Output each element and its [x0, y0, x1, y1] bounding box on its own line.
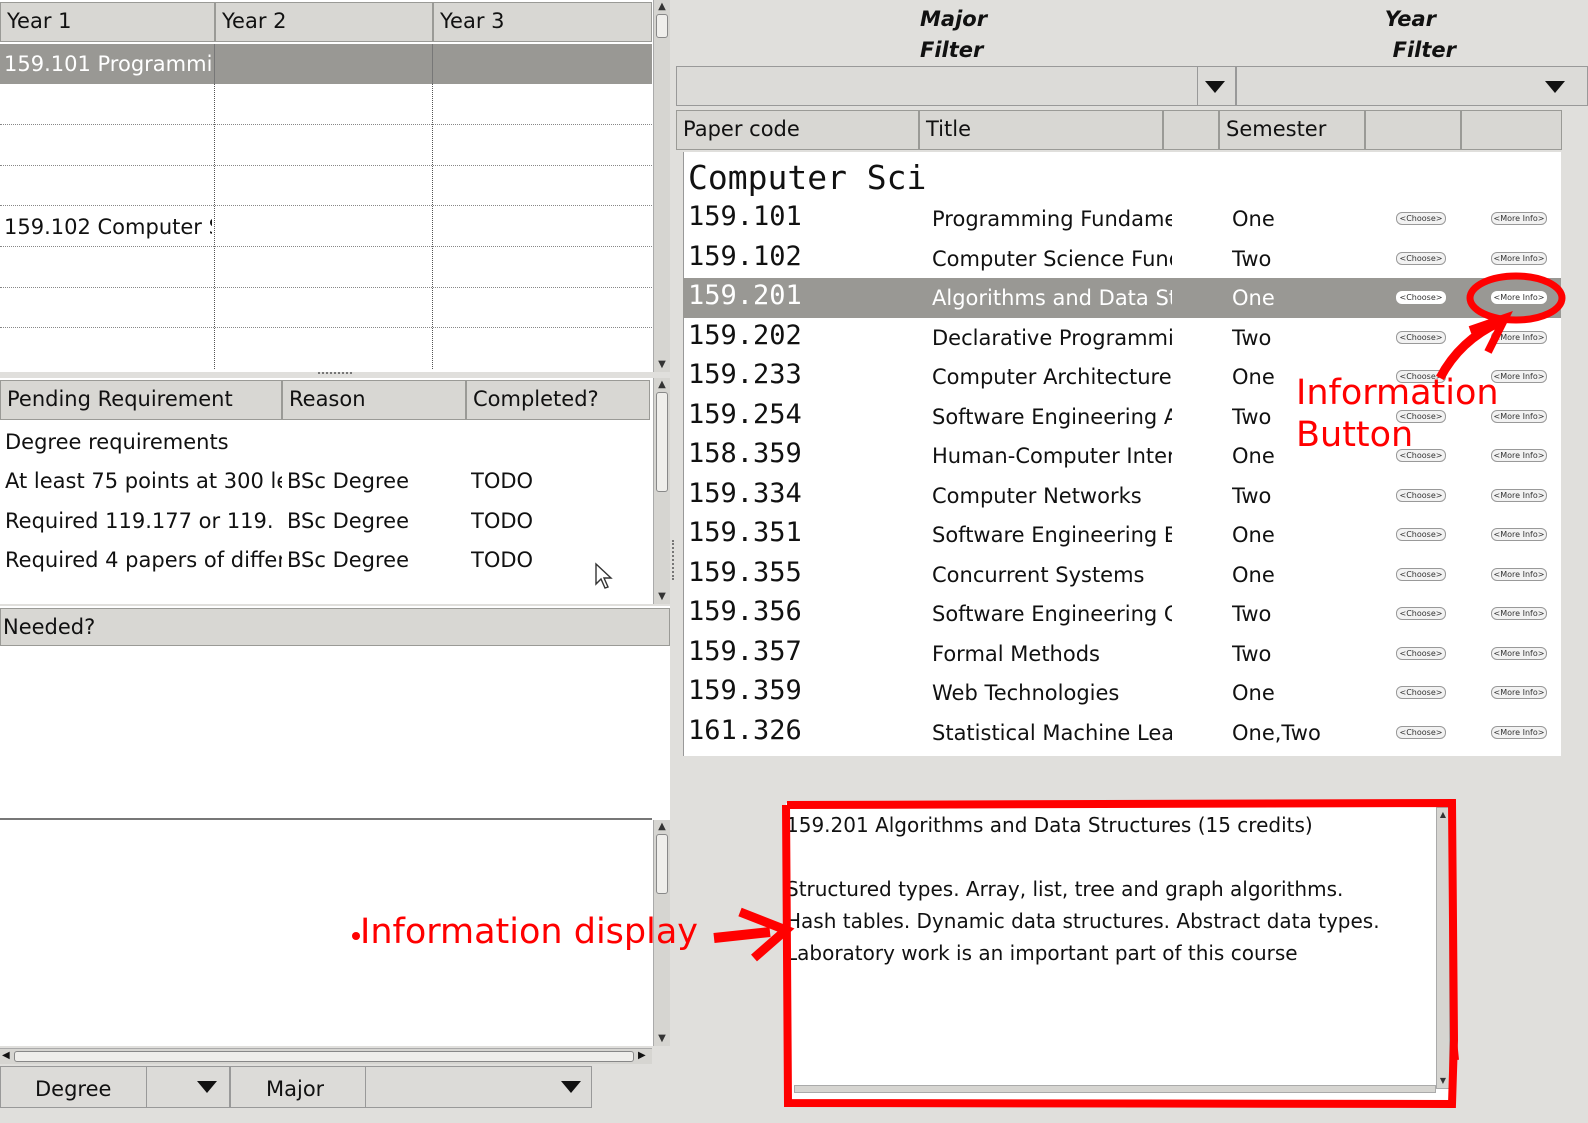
- annotation-button-line: Button: [1296, 415, 1414, 455]
- annotation-overlay: [352, 272, 1566, 1109]
- annotation-information-line: Information: [1296, 373, 1499, 413]
- annotation-information-button: Information Button: [1296, 372, 1499, 456]
- annotation-information-display: Information display: [360, 912, 699, 952]
